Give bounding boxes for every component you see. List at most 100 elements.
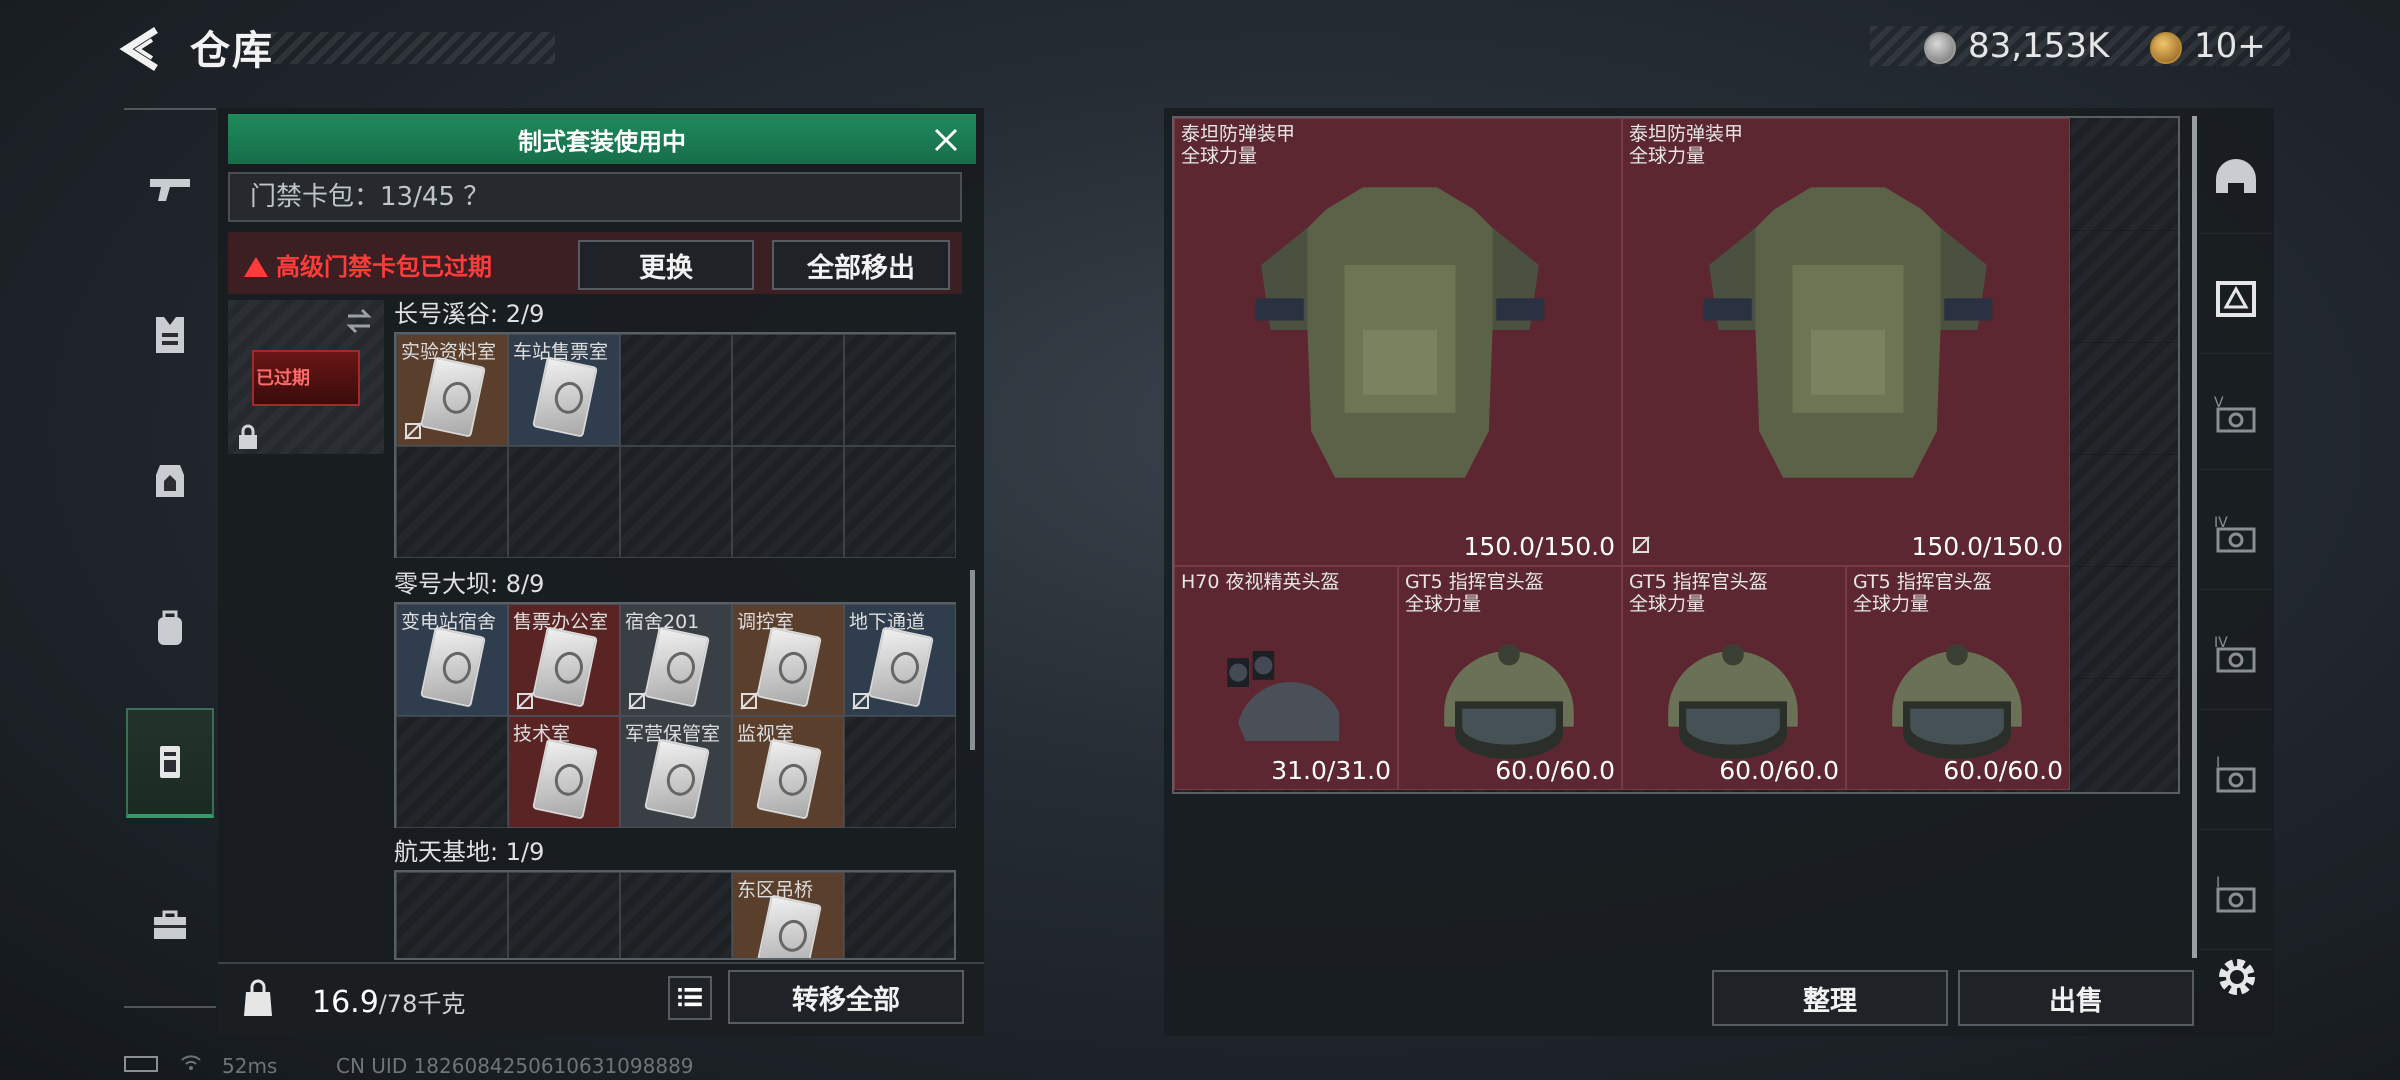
ping-readout: 52ms [222,1054,278,1078]
nav-weapons[interactable] [126,134,214,244]
keycard-capacity: 门禁卡包：13/45 ？ [228,172,962,222]
item-name: GT5 指挥官头盔 全球力量 [1629,571,1768,615]
nav-armor[interactable] [126,280,214,390]
helmet-item[interactable]: GT5 指挥官头盔 全球力量 60.0/60.0 [1398,566,1622,790]
gold-amount: 10+ [2194,26,2266,66]
helmet-image [1643,597,1823,777]
remove-all-button[interactable]: 全部移出 [772,240,950,290]
helmet-item[interactable]: GT5 指挥官头盔 全球力量 60.0/60.0 [1846,566,2070,790]
weight-max: /78千克 [378,990,466,1018]
empty-slot [732,446,844,558]
keycard-item[interactable]: 变电站宿舍 [396,604,508,716]
filter-tier-5[interactable]: V [2200,360,2272,470]
sell-button[interactable]: 出售 [1958,970,2194,1026]
keycard-name: 调控室 [737,611,795,633]
armor-image [1215,129,1585,549]
grid-line [2070,118,2071,792]
sort-button[interactable]: 整理 [1712,970,1948,1026]
empty-slot [396,872,508,958]
nav-keycards[interactable] [126,708,214,818]
silver-amount: 83,153K [1968,26,2110,66]
armor-filter-icon [2216,280,2256,317]
armor-item[interactable]: 泰坦防弹装甲 全球力量 150.0/150.0 [1174,118,1622,566]
nav-backpack[interactable] [126,572,214,682]
list-view-button[interactable] [668,976,712,1020]
warning-icon [244,257,268,277]
durability: 150.0/150.0 [1463,532,1615,561]
empty-slot [396,716,508,828]
item-name: 泰坦防弹装甲 全球力量 [1181,123,1296,167]
keycard-item[interactable]: 东区吊桥 [732,872,844,958]
warning-text: 高级门禁卡包已过期 [276,253,492,281]
empty-slot [844,716,956,828]
non-tradeable-icon [515,691,535,711]
item-name: H70 夜视精英头盔 [1181,571,1340,593]
item-name: GT5 指挥官头盔 全球力量 [1405,571,1544,615]
section-label: 长号溪谷: 2/9 [394,300,545,328]
left-scrollbar[interactable] [970,570,975,750]
non-tradeable-icon [1631,535,1653,557]
keycard-icon [160,746,180,778]
tier-4-icon: IV [2214,515,2256,552]
nav-chest-rig[interactable] [126,426,214,536]
section-label: 航天基地: 1/9 [394,838,545,866]
replace-button[interactable]: 更换 [578,240,754,290]
helmet-item[interactable]: GT5 指挥官头盔 全球力量 60.0/60.0 [1622,566,1846,790]
non-tradeable-icon [627,691,647,711]
keycard-item[interactable]: 军营保管室 [620,716,732,828]
keycard-grid: 东区吊桥 [394,870,956,960]
keycard-item[interactable]: 地下通道 [844,604,956,716]
keycard-item[interactable]: 监视室 [732,716,844,828]
keycard-name: 实验资料室 [401,341,497,363]
keycard-item[interactable]: 调控室 [732,604,844,716]
empty-slot [620,872,732,958]
keycard-image [756,738,822,820]
filter-tier-1b[interactable]: I [2200,840,2272,950]
silver-coin-icon [1924,32,1956,64]
keycard-item[interactable]: 宿舍201 [620,604,732,716]
keycard-item[interactable]: 技术室 [508,716,620,828]
filter-armor[interactable] [2200,244,2272,354]
helmet-icon [2216,158,2256,193]
empty-slot [508,872,620,958]
armor-item[interactable]: 泰坦防弹装甲 全球力量 150.0/150.0 [1622,118,2070,566]
nav-toolbox[interactable] [126,870,214,980]
swap-icon[interactable] [344,306,374,336]
durability: 150.0/150.0 [1911,532,2063,561]
keycard-name: 车站售票室 [513,341,609,363]
back-button[interactable] [118,26,168,72]
keycard-name: 监视室 [737,723,795,745]
expired-warning: 高级门禁卡包已过期 [244,247,492,282]
keycard-item[interactable]: 售票办公室 [508,604,620,716]
gold-coin-icon [2150,32,2182,64]
filter-tier-1[interactable]: I [2200,720,2272,830]
filter-helmet[interactable] [2200,124,2272,234]
filter-tier-4b[interactable]: IV [2200,600,2272,710]
keycard-item[interactable]: 实验资料室 [396,334,508,446]
keycard-image [644,738,710,820]
keycard-image [420,626,486,708]
battery-icon [124,1056,158,1072]
keycard-item[interactable]: 车站售票室 [508,334,620,446]
empty-slot [844,872,954,958]
item-name: 泰坦防弹装甲 全球力量 [1629,123,1744,167]
durability: 60.0/60.0 [1719,756,1839,785]
weight-current: 16.9 [312,985,379,1020]
keycard-name: 军营保管室 [625,723,721,745]
stash-scrollbar[interactable] [2192,116,2197,958]
transfer-all-button[interactable]: 转移全部 [728,970,964,1024]
keycard-image [420,356,486,438]
gun-icon [150,179,190,201]
durability: 60.0/60.0 [1943,756,2063,785]
settings-gear-icon[interactable] [2212,952,2262,1002]
durability: 60.0/60.0 [1495,756,1615,785]
filter-tier-4[interactable]: IV [2200,480,2272,590]
keycard-grid: 变电站宿舍 售票办公室 宿舍201 调控室 地下通道技术室 军营保管室 监视室 [394,602,956,828]
section-label: 零号大坝: 8/9 [394,570,545,598]
close-banner-button[interactable] [930,124,962,156]
keycard-name: 东区吊桥 [737,879,814,901]
list-icon [678,988,702,1007]
empty-slot [508,446,620,558]
nvg-helmet-item[interactable]: H70 夜视精英头盔 31.0/31.0 [1174,566,1398,790]
expired-label: 已过期 [256,368,310,389]
